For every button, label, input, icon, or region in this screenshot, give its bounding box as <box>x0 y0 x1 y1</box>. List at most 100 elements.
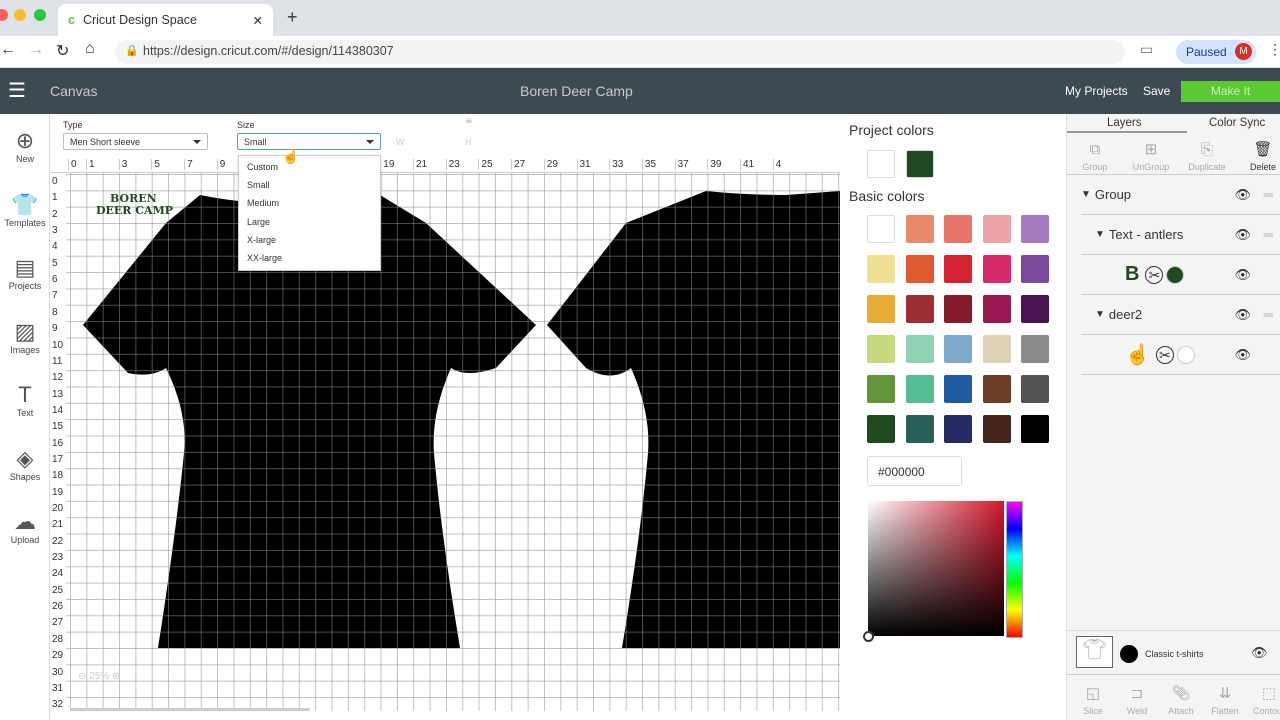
attach-button[interactable]: 📎︎ Attach <box>1159 682 1203 716</box>
canvas-layer-row[interactable]: 👕︎ Classic t-shirts 👁︎ <box>1067 630 1280 675</box>
basic-color-swatch[interactable] <box>944 255 972 283</box>
lock-ratio-icon[interactable]: 🔒︎ <box>466 114 472 127</box>
contour-button[interactable]: ⬚ Contour <box>1247 682 1280 716</box>
size-select[interactable]: Small <box>237 133 381 150</box>
weld-button[interactable]: ⊐ Weld <box>1115 682 1159 716</box>
basic-color-swatch[interactable] <box>1021 335 1049 363</box>
basic-color-swatch[interactable] <box>1021 415 1049 443</box>
nav-text[interactable]: T Text <box>0 382 50 418</box>
basic-color-swatch[interactable] <box>867 415 895 443</box>
eye-icon[interactable]: 👁︎ <box>1234 267 1251 283</box>
basic-color-swatch[interactable] <box>944 415 972 443</box>
nav-images[interactable]: ▨ Images <box>0 319 50 355</box>
hex-input[interactable]: #000000 <box>867 456 962 486</box>
basic-color-swatch[interactable] <box>982 215 1011 243</box>
color-picker-handle[interactable] <box>863 631 874 642</box>
size-option-large[interactable]: Large <box>239 211 380 229</box>
flatten-button[interactable]: ⇊ Flatten <box>1203 682 1247 716</box>
nav-new[interactable]: ⊕ New <box>0 128 50 164</box>
zoom-control[interactable]: ⊖ 25% ⊕ <box>78 671 120 682</box>
slice-button[interactable]: ◱ Slice <box>1071 682 1115 716</box>
forward-icon[interactable]: → <box>28 41 44 59</box>
basic-color-swatch[interactable] <box>982 375 1011 403</box>
size-option-custom[interactable]: Custom <box>239 156 380 174</box>
eye-icon[interactable]: 👁︎ <box>1234 187 1251 203</box>
basic-color-swatch[interactable] <box>944 215 972 243</box>
basic-color-swatch[interactable] <box>1021 295 1049 323</box>
basic-color-swatch[interactable] <box>944 295 972 323</box>
basic-color-swatch[interactable] <box>905 415 934 443</box>
delete-button[interactable]: 🗑︎ Delete <box>1241 138 1280 172</box>
drag-handle-icon[interactable]: ═ <box>1264 307 1273 322</box>
hamburger-menu-icon[interactable]: ☰ <box>8 78 26 103</box>
size-option-xx-large[interactable]: XX-large <box>239 247 380 265</box>
basic-color-swatch[interactable] <box>982 255 1011 283</box>
basic-color-swatch[interactable] <box>905 295 934 323</box>
browser-tab[interactable]: c Cricut Design Space ✕ <box>58 4 273 36</box>
nav-shapes[interactable]: ◈ Shapes <box>0 446 50 482</box>
layer-color-swatch[interactable] <box>1176 345 1195 364</box>
basic-color-swatch[interactable] <box>905 375 934 403</box>
layer-row[interactable]: ☝ ✂ 👁︎ <box>1081 335 1280 375</box>
layer-row[interactable]: ▼ deer2 ═ 👁︎ <box>1081 295 1280 335</box>
basic-color-swatch[interactable] <box>867 335 895 363</box>
cast-icon[interactable]: ▭ <box>1140 41 1153 58</box>
layer-row[interactable]: B ✂ 👁︎ <box>1081 255 1280 295</box>
type-select[interactable]: Men Short sleeve <box>63 133 208 150</box>
basic-color-swatch[interactable] <box>867 215 895 243</box>
basic-color-swatch[interactable] <box>905 335 934 363</box>
design-text[interactable]: BOREN DEER CAMP <box>96 193 173 217</box>
basic-color-swatch[interactable] <box>1021 215 1049 243</box>
project-color-swatch[interactable] <box>906 150 934 178</box>
eye-icon[interactable]: 👁︎ <box>1234 227 1251 243</box>
hue-slider[interactable] <box>1006 501 1023 638</box>
size-option-x-large[interactable]: X-large <box>239 229 380 247</box>
basic-color-swatch[interactable] <box>867 295 895 323</box>
horizontal-scrollbar[interactable] <box>70 708 310 711</box>
drag-handle-icon[interactable]: ═ <box>1264 227 1273 242</box>
save-button[interactable]: Save <box>1143 84 1170 98</box>
make-it-button[interactable]: Make It <box>1181 81 1280 102</box>
new-tab-button[interactable]: + <box>287 7 298 28</box>
tab-color-sync[interactable]: Color Sync <box>1209 117 1265 129</box>
maximize-window-button[interactable] <box>34 9 46 21</box>
scissors-cut-icon[interactable]: ✂ <box>1145 265 1164 284</box>
project-color-swatch[interactable] <box>867 150 895 178</box>
design-canvas[interactable]: BOREN DEER CAMP ⊖ 25% ⊕ <box>66 173 840 711</box>
close-window-button[interactable] <box>0 9 8 21</box>
basic-color-swatch[interactable] <box>1021 255 1049 283</box>
basic-color-swatch[interactable] <box>982 295 1011 323</box>
profile-paused-button[interactable]: Paused M <box>1176 40 1256 64</box>
menu-kebab-icon[interactable]: ⋮ <box>1268 41 1280 58</box>
expand-caret-icon[interactable]: ▼ <box>1095 309 1105 320</box>
close-tab-icon[interactable]: ✕ <box>253 13 263 28</box>
layer-row[interactable]: ▼ Text - antlers ═ 👁︎ <box>1081 215 1280 255</box>
basic-color-swatch[interactable] <box>944 375 972 403</box>
scissors-cut-icon[interactable]: ✂ <box>1155 345 1174 364</box>
minimize-window-button[interactable] <box>14 9 26 21</box>
size-option-small[interactable]: Small <box>239 174 380 192</box>
layer-color-swatch[interactable] <box>1166 265 1185 284</box>
basic-color-swatch[interactable] <box>905 215 934 243</box>
eye-icon[interactable]: 👁︎ <box>1234 347 1251 363</box>
basic-color-swatch[interactable] <box>1021 375 1049 403</box>
layer-row[interactable]: ▼ Group ═ 👁︎ <box>1081 175 1280 215</box>
reload-icon[interactable]: ↻ <box>56 41 69 61</box>
canvas-color-swatch[interactable] <box>1120 645 1138 663</box>
basic-color-swatch[interactable] <box>982 415 1011 443</box>
tab-layers[interactable]: Layers <box>1107 117 1142 129</box>
nav-templates[interactable]: 👕 Templates <box>0 192 50 228</box>
basic-color-swatch[interactable] <box>867 255 895 283</box>
basic-color-swatch[interactable] <box>982 335 1011 363</box>
eye-icon[interactable]: 👁︎ <box>1234 307 1251 323</box>
nav-upload[interactable]: ☁ Upload <box>0 509 50 545</box>
my-projects-link[interactable]: My Projects <box>1065 84 1128 98</box>
drag-handle-icon[interactable]: ═ <box>1264 187 1273 202</box>
saturation-picker[interactable] <box>868 501 1004 636</box>
size-option-medium[interactable]: Medium <box>239 192 380 210</box>
eye-icon[interactable]: 👁︎ <box>1251 645 1268 661</box>
home-icon[interactable]: ⌂ <box>85 40 95 58</box>
expand-caret-icon[interactable]: ▼ <box>1095 229 1105 240</box>
basic-color-swatch[interactable] <box>867 375 895 403</box>
expand-caret-icon[interactable]: ▼ <box>1081 189 1091 200</box>
